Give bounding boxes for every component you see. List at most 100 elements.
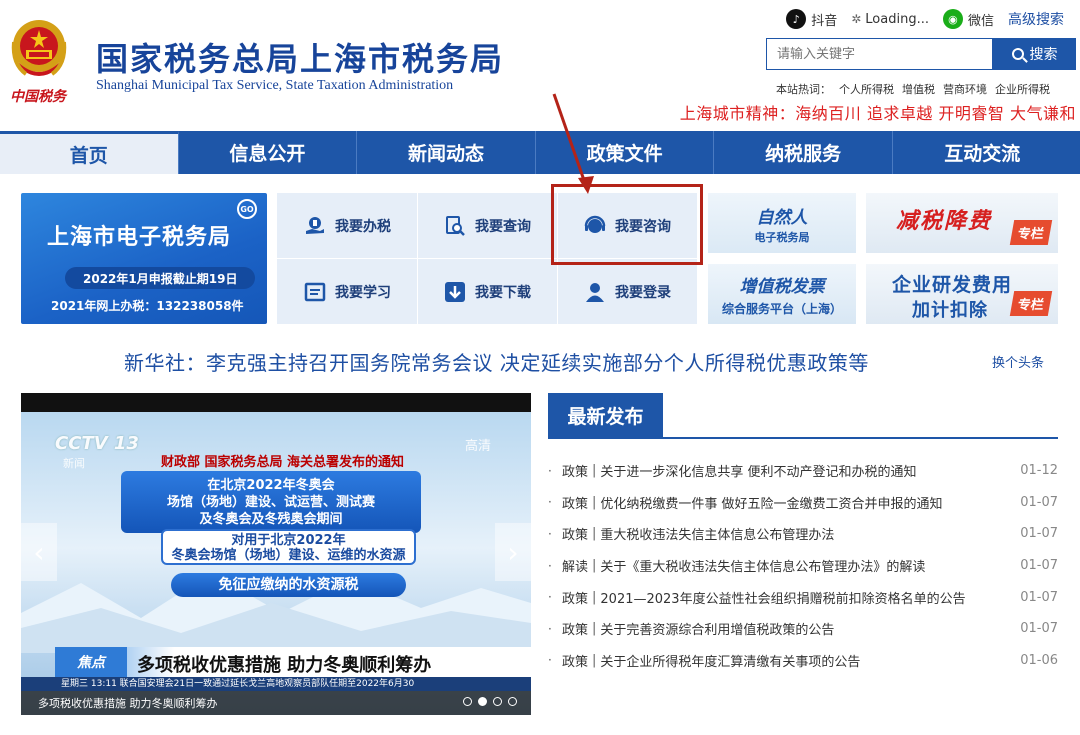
service-query[interactable]: 我要查询 <box>417 193 557 258</box>
bullet-icon: · <box>548 495 552 510</box>
latest-list: · 政策 | 关于进一步深化信息共享 便利不动产登记和办税的通知 01-12 · … <box>548 455 1058 676</box>
video-notice-title: 财政部 国家税务总局 海关总署发布的通知 <box>161 455 405 470</box>
carousel-caption[interactable]: 多项税收优惠措施 助力冬奥顺利筹办 <box>38 695 218 711</box>
headline-link[interactable]: 新华社：李克强主持召开国务院常务会议 决定延续实施部分个人所得税优惠政策等 <box>124 347 869 376</box>
item-category: 解读 <box>562 560 589 576</box>
hot-word[interactable]: 营商环境 <box>943 81 987 97</box>
promo-subtitle: 电子税务局 <box>754 231 810 244</box>
board-icon <box>303 280 327 304</box>
carousel-dot[interactable] <box>463 697 472 706</box>
site-title[interactable]: 国家税务总局上海市税务局 <box>96 34 504 80</box>
carousel-prev-button[interactable]: ‹ <box>21 523 57 581</box>
search-button[interactable]: 搜索 <box>993 38 1076 70</box>
item-category: 政策 <box>562 654 589 670</box>
list-item[interactable]: · 政策 | 重大税收违法失信主体信息公布管理办法 01-07 <box>548 518 1058 550</box>
natural-person-e-tax-banner[interactable]: 自然人 电子税务局 <box>708 193 856 253</box>
item-date: 01-07 <box>1020 494 1058 510</box>
nav-policy[interactable]: 政策文件 <box>536 131 715 174</box>
focus-tag: 焦点 <box>55 647 127 677</box>
bullet-icon: · <box>548 621 552 636</box>
column-tag: 专栏 <box>1009 220 1053 245</box>
wechat-label: 微信 <box>967 13 994 29</box>
download-icon <box>443 280 467 304</box>
user-icon <box>583 280 607 304</box>
hot-word[interactable]: 个人所得税 <box>839 81 894 97</box>
service-download[interactable]: 我要下载 <box>417 259 557 324</box>
service-handle-tax[interactable]: 我要办税 <box>277 193 417 258</box>
tax-cut-column-banner[interactable]: 减税降费 专栏 <box>866 193 1058 253</box>
list-item[interactable]: · 政策 | 优化纳税缴费一件事 做好五险一金缴费工资合并申报的通知 01-07 <box>548 487 1058 519</box>
main-nav: 首页 信息公开 新闻动态 政策文件 纳税服务 互动交流 <box>0 131 1080 174</box>
video-caption: 多项税收优惠措施 助力冬奥顺利筹办 <box>137 655 432 676</box>
promo-title: 企业研发费用 <box>892 274 1013 296</box>
hd-mark: 高清 <box>464 439 491 454</box>
list-item[interactable]: · 政策 | 2021—2023年度公益性社会组织捐赠税前扣除资格名单的公告 01… <box>548 581 1058 613</box>
nav-info-disclosure[interactable]: 信息公开 <box>179 131 358 174</box>
carousel-dots <box>457 697 517 706</box>
promo-title: 增值税发票 <box>739 277 825 297</box>
rd-deduction-column-banner[interactable]: 企业研发费用 加计扣除 专栏 <box>866 264 1058 324</box>
search-input[interactable] <box>767 39 992 69</box>
advanced-search-link[interactable]: 高级搜索 <box>1008 9 1064 29</box>
item-separator: | <box>592 558 597 574</box>
latest-tab[interactable]: 最新发布 <box>548 393 663 437</box>
item-title: 关于《重大税收违法失信主体信息公布管理办法》的解读 <box>600 560 926 576</box>
promo-title: 减税降费 <box>896 209 993 234</box>
service-grid: 我要办税 我要查询 我要咨询 我要学习 我要下载 我要登录 <box>277 193 697 324</box>
service-label: 我要登录 <box>615 284 671 301</box>
item-separator: | <box>592 463 597 479</box>
item-category: 政策 <box>562 496 589 512</box>
douyin-label: 抖音 <box>811 13 838 29</box>
vat-invoice-platform-banner[interactable]: 增值税发票 综合服务平台（上海） <box>708 264 856 324</box>
carousel-dot-active[interactable] <box>478 697 487 706</box>
service-learn[interactable]: 我要学习 <box>277 259 417 324</box>
service-label: 我要办税 <box>335 218 391 235</box>
video-text-box: 在北京2022年冬奥会 场馆（场地）建设、试运营、测试赛 及冬奥会及冬残奥会期间 <box>121 471 421 533</box>
video-text-box: 对用于北京2022年 冬奥会场馆（场地）建设、运维的水资源 <box>161 529 416 565</box>
item-date: 01-07 <box>1020 589 1058 605</box>
wechat-icon: ◉ <box>942 9 963 29</box>
hot-word[interactable]: 增值税 <box>902 81 935 97</box>
service-consult[interactable]: 我要咨询 <box>557 193 697 258</box>
change-headline-link[interactable]: 换个头条 <box>992 352 1044 371</box>
item-separator: | <box>592 526 597 542</box>
video-carousel[interactable]: CCTV 13 新闻 高清 财政部 国家税务总局 海关总署发布的通知 在北京20… <box>21 393 531 715</box>
item-category: 政策 <box>562 591 589 607</box>
promo-subtitle: 加计扣除 <box>912 300 988 321</box>
wechat-link[interactable]: ◉ 微信 <box>942 9 994 29</box>
search-button-label: 搜索 <box>1029 47 1058 63</box>
search-box <box>766 38 993 70</box>
hot-words: 本站热词： 个人所得税 增值税 营商环境 企业所得税 <box>776 81 1050 97</box>
item-category: 政策 <box>562 528 589 544</box>
carousel-next-button[interactable]: › <box>495 523 531 581</box>
item-title: 关于企业所得税年度汇算清缴有关事项的公告 <box>600 654 861 670</box>
deadline-pill: 2022年1月申报截止期19日 <box>65 267 256 289</box>
list-item[interactable]: · 政策 | 关于完善资源综合利用增值税政策的公告 01-07 <box>548 613 1058 645</box>
list-item[interactable]: · 政策 | 关于企业所得税年度汇算清缴有关事项的公告 01-06 <box>548 645 1058 677</box>
promo-subtitle: 综合服务平台（上海） <box>721 302 842 316</box>
national-emblem-icon[interactable] <box>6 12 72 84</box>
bullet-icon: · <box>548 653 552 668</box>
item-date: 01-07 <box>1020 621 1058 637</box>
item-title: 2021—2023年度公益性社会组织捐赠税前扣除资格名单的公告 <box>600 591 966 607</box>
list-item[interactable]: · 解读 | 关于《重大税收违法失信主体信息公布管理办法》的解读 01-07 <box>548 550 1058 582</box>
top-links: ♪ 抖音 ✲ Loading... ◉ 微信 高级搜索 <box>772 8 1064 30</box>
douyin-icon: ♪ <box>786 9 807 29</box>
nav-home[interactable]: 首页 <box>0 131 179 174</box>
service-login[interactable]: 我要登录 <box>557 259 697 324</box>
nav-tax-service[interactable]: 纳税服务 <box>714 131 893 174</box>
douyin-link[interactable]: ♪ 抖音 <box>786 9 837 29</box>
carousel-dot[interactable] <box>508 697 517 706</box>
loading-indicator: ✲ Loading... <box>851 12 929 27</box>
nav-news[interactable]: 新闻动态 <box>357 131 536 174</box>
site-subtitle: Shanghai Municipal Tax Service, State Ta… <box>96 78 454 93</box>
headset-agent-icon <box>583 214 607 238</box>
item-separator: | <box>592 589 597 605</box>
nav-interaction[interactable]: 互动交流 <box>893 131 1072 174</box>
carousel-dot[interactable] <box>493 697 502 706</box>
hot-word[interactable]: 企业所得税 <box>995 81 1050 97</box>
item-date: 01-07 <box>1020 526 1058 542</box>
list-item[interactable]: · 政策 | 关于进一步深化信息共享 便利不动产登记和办税的通知 01-12 <box>548 455 1058 487</box>
e-tax-bureau-banner[interactable]: GO 上海市电子税务局 2022年1月申报截止期19日 2021年网上办税：13… <box>21 193 267 324</box>
item-title: 关于完善资源综合利用增值税政策的公告 <box>600 623 835 639</box>
